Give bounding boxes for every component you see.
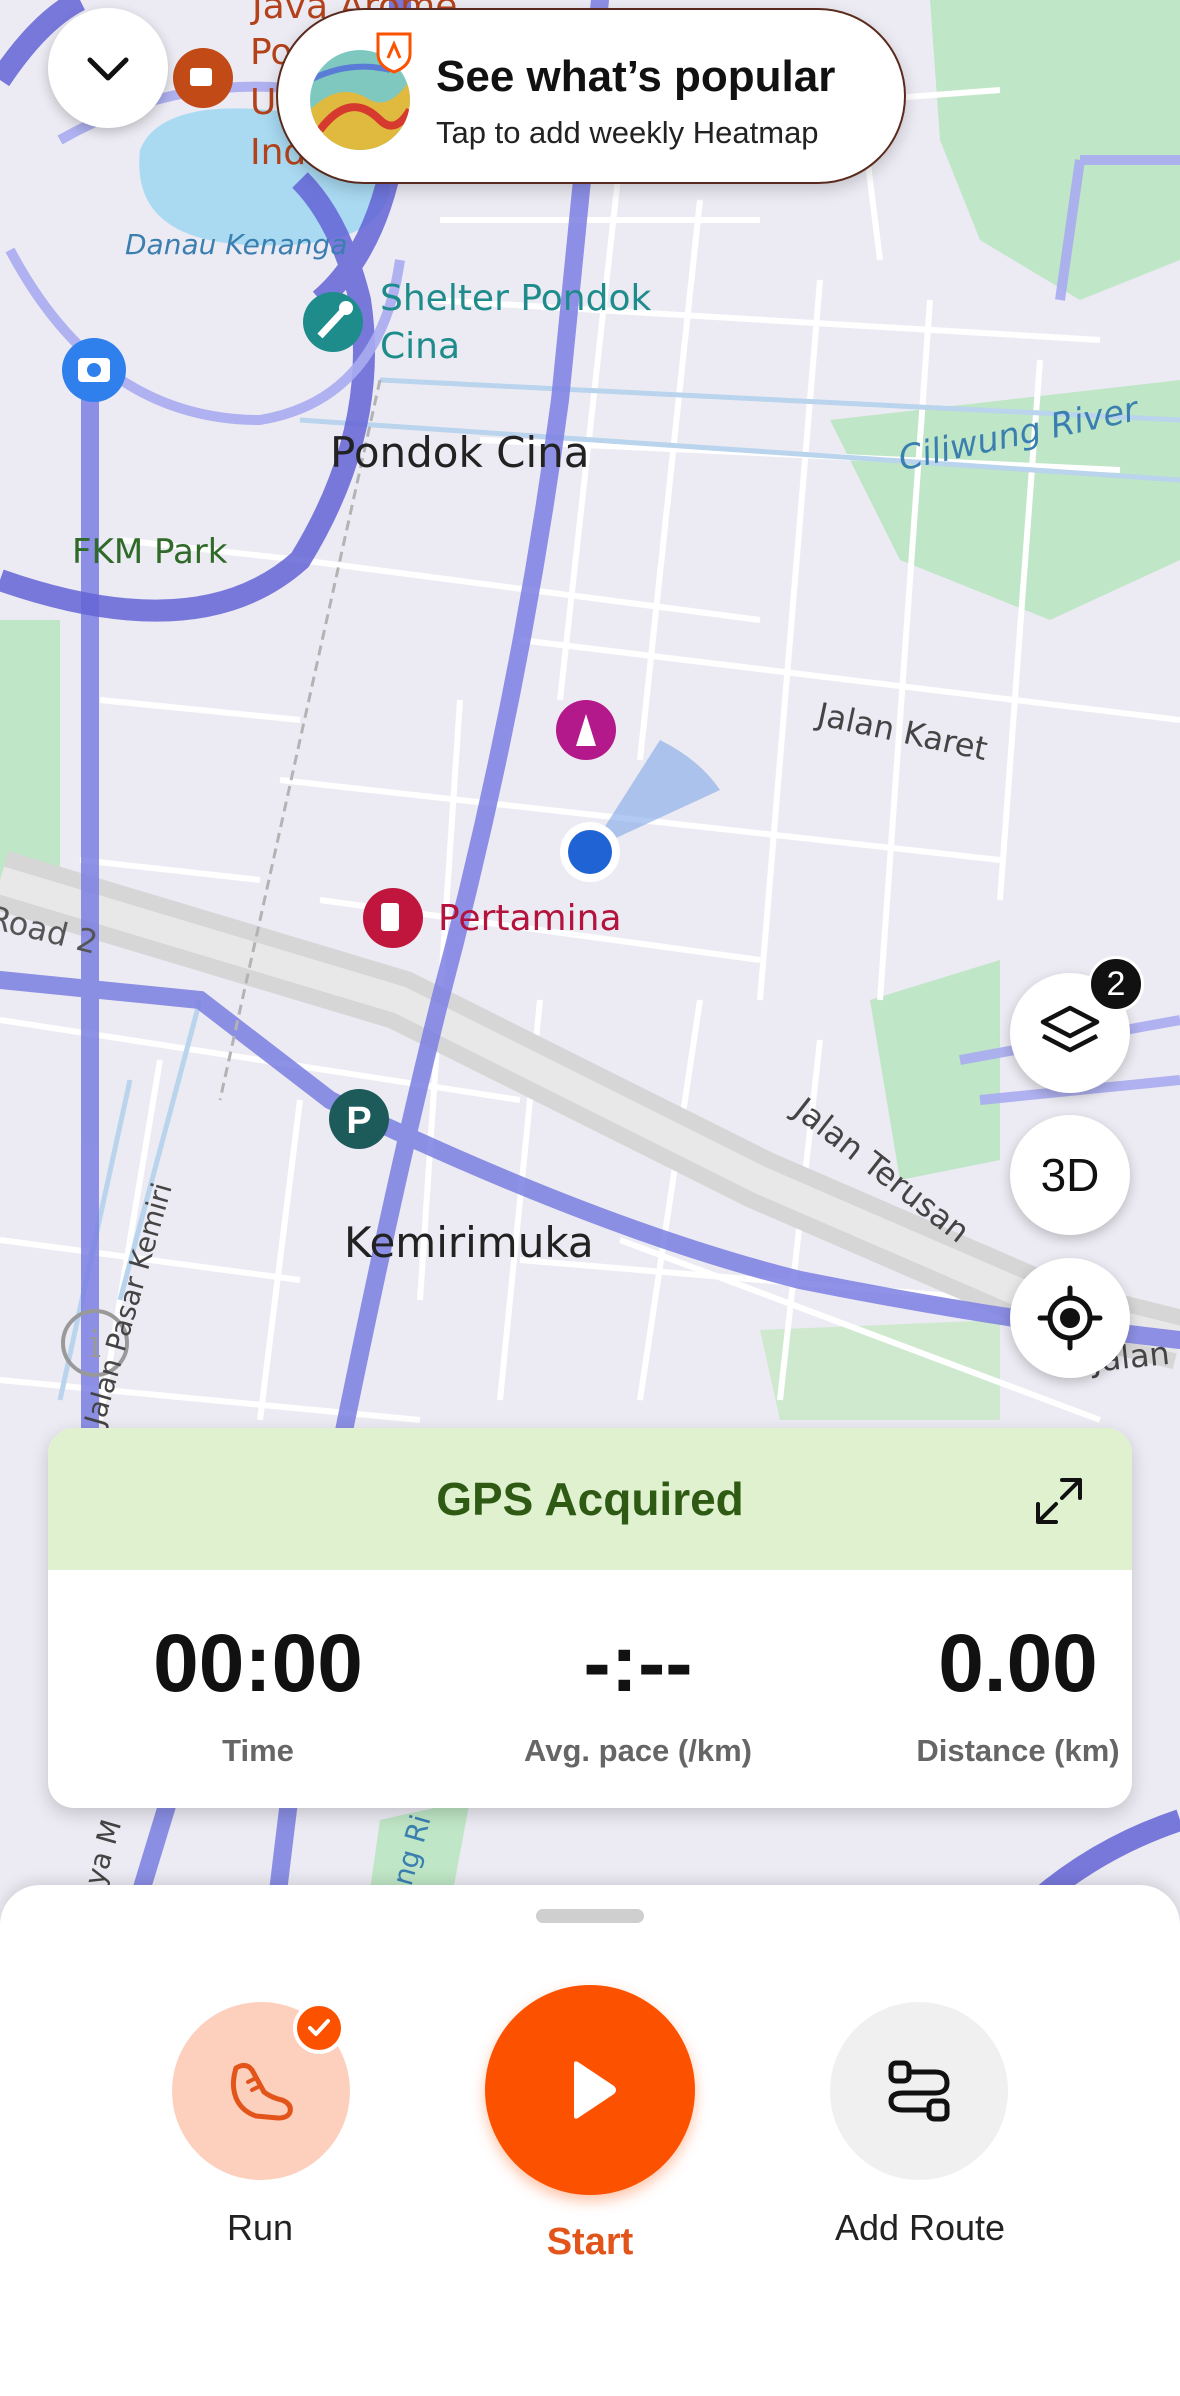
distance-stat: 0.00 Distance (km) xyxy=(848,1623,1132,1769)
3d-toggle-button[interactable]: 3D xyxy=(1010,1115,1130,1235)
svg-text:P: P xyxy=(346,1100,371,1142)
camera-pin-icon[interactable] xyxy=(62,338,126,402)
collapse-button[interactable] xyxy=(48,8,168,128)
recenter-location-button[interactable] xyxy=(1010,1258,1130,1378)
repair-pin-icon[interactable] xyxy=(303,292,363,352)
map-label-u: U xyxy=(250,82,277,123)
activity-stats-card: GPS Acquired 00:00 Time -:-- Avg. pace (… xyxy=(48,1428,1132,1808)
pace-label: Avg. pace (/km) xyxy=(524,1733,752,1768)
sport-type-label: Run xyxy=(226,2207,294,2248)
pace-value: -:-- xyxy=(583,1618,693,1709)
distance-value: 0.00 xyxy=(938,1618,1098,1709)
start-label: Start xyxy=(546,2221,634,2263)
time-stat: 00:00 Time xyxy=(88,1623,428,1769)
bottom-sheet: Run Start Add Route xyxy=(0,1885,1180,2396)
start-button[interactable] xyxy=(485,1985,695,2195)
add-route-button[interactable] xyxy=(830,2002,1008,2180)
gps-status-bar: GPS Acquired xyxy=(48,1428,1132,1570)
map-label-kemirimuka: Kemirimuka xyxy=(344,1218,594,1267)
heatmap-banner[interactable]: See what’s popular Tap to add weekly Hea… xyxy=(276,8,906,184)
layers-count-badge: 2 xyxy=(1088,956,1144,1012)
cafe-pin-icon[interactable] xyxy=(173,48,233,108)
chevron-down-icon xyxy=(87,57,129,81)
pace-stat: -:-- Avg. pace (/km) xyxy=(468,1623,808,1769)
running-shoe-icon xyxy=(230,2062,293,2121)
add-route-label: Add Route xyxy=(834,2207,1006,2248)
parking-pin-icon[interactable]: P xyxy=(329,1089,389,1149)
drag-handle[interactable] xyxy=(536,1909,644,1923)
play-icon xyxy=(574,2061,616,2119)
layers-icon xyxy=(1040,1005,1100,1053)
banner-title: See what’s popular xyxy=(436,52,836,101)
fuel-pin-icon[interactable] xyxy=(363,888,423,948)
time-label: Time xyxy=(222,1733,294,1768)
map-label-pondok-cina: Pondok Cina xyxy=(330,428,590,477)
gps-status-text: GPS Acquired xyxy=(436,1473,744,1525)
map-label-danau-kenanga: Danau Kenanga xyxy=(125,228,348,261)
monument-pin-icon[interactable] xyxy=(556,700,616,760)
time-value: 00:00 xyxy=(153,1618,363,1709)
map-label-shelter: Shelter Pondok xyxy=(380,278,652,319)
map-label-shelter-cina: Cina xyxy=(380,326,461,367)
distance-label: Distance (km) xyxy=(916,1733,1120,1768)
selected-check-icon xyxy=(293,2002,345,2054)
map-label-fkm-park: FKM Park xyxy=(72,532,228,572)
strava-shield-icon xyxy=(376,32,412,74)
expand-icon[interactable] xyxy=(1032,1474,1086,1528)
banner-subtitle: Tap to add weekly Heatmap xyxy=(436,115,819,150)
route-icon xyxy=(888,2060,950,2122)
map-label-pertamina: Pertamina xyxy=(438,898,622,939)
crosshair-location-icon xyxy=(1037,1285,1103,1351)
